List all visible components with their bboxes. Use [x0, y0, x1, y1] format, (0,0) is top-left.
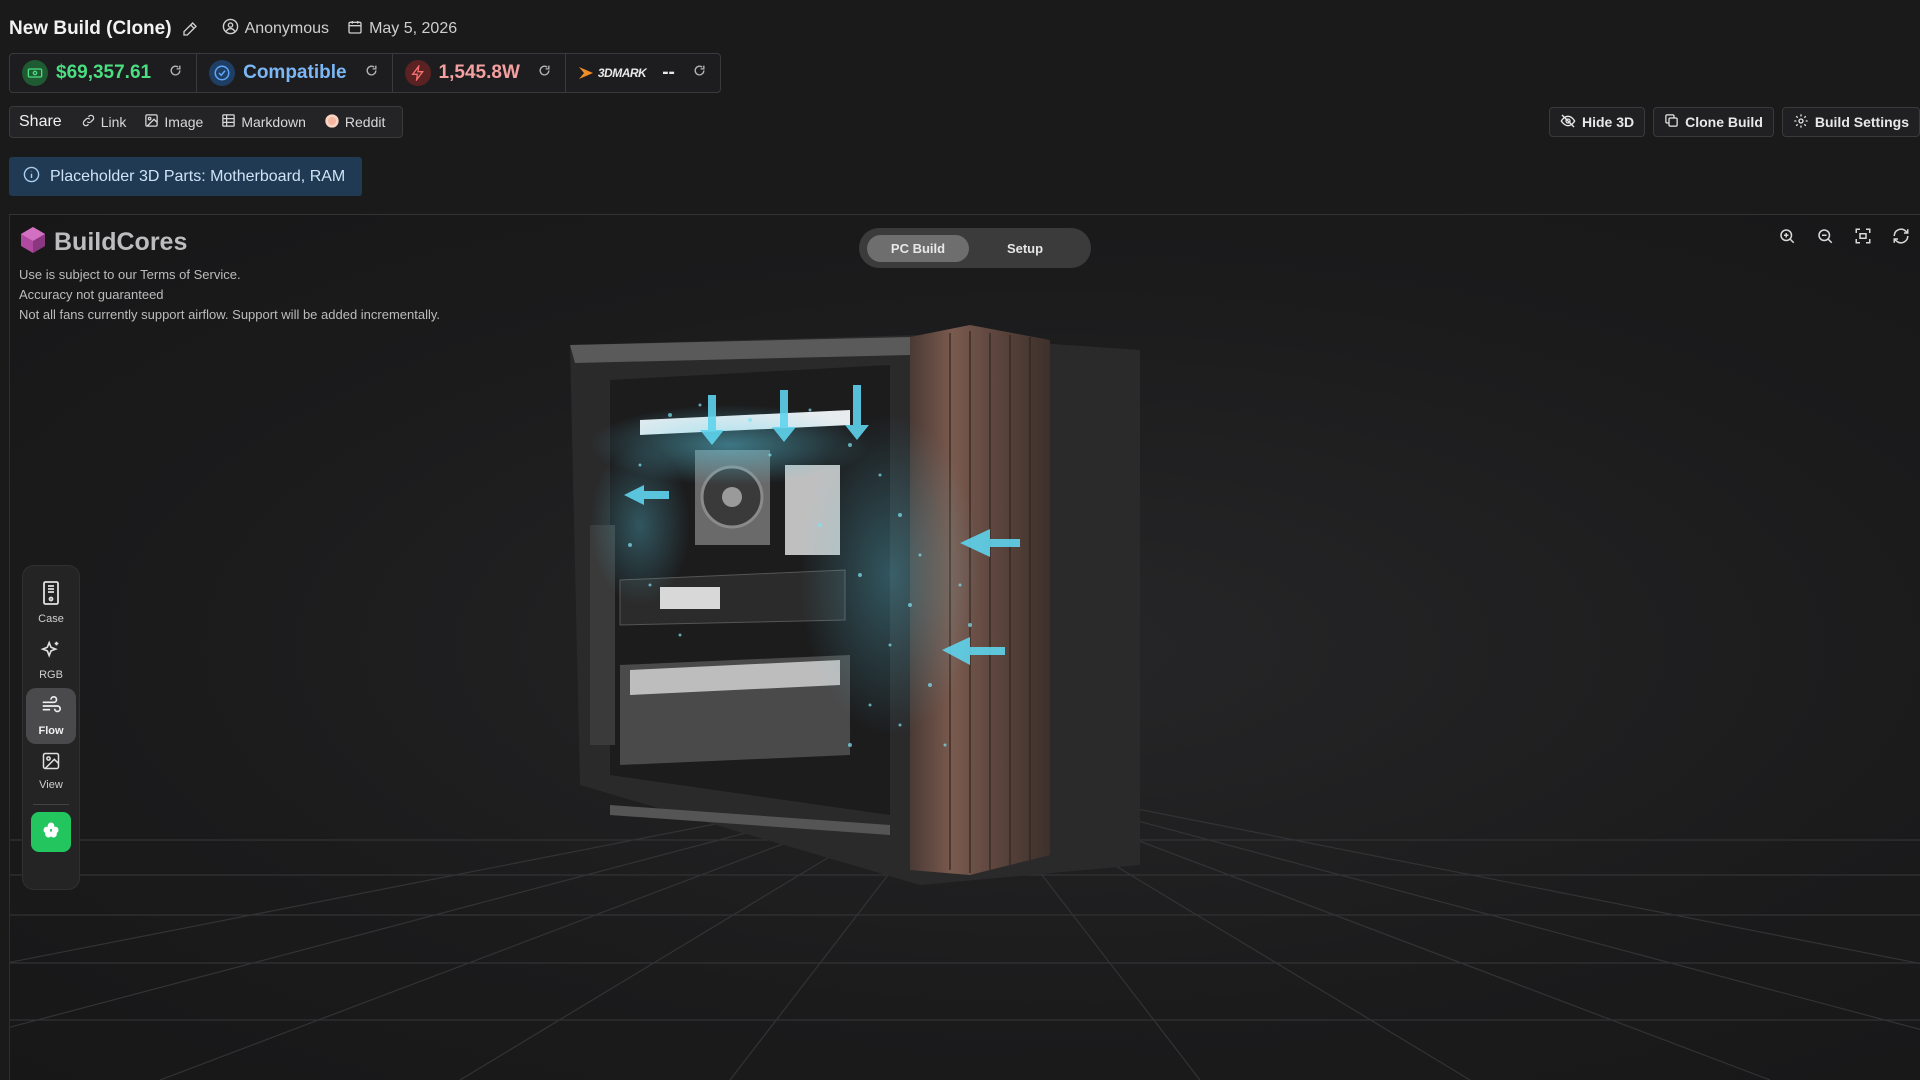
- price-value: $69,357.61: [56, 62, 152, 83]
- share-bar: Share Link Image Markdown Reddit: [9, 106, 404, 138]
- sparkles-icon: [40, 639, 62, 666]
- flower-icon: [41, 820, 61, 845]
- case-icon: [41, 581, 61, 610]
- clone-build-button[interactable]: Clone Build: [1653, 107, 1774, 137]
- image-icon: [144, 113, 159, 131]
- viewer-controls: [1778, 227, 1910, 245]
- author-name: Anonymous: [244, 20, 330, 37]
- cube-logo-icon: [18, 225, 48, 260]
- 3dmark-logo: 3DMARK: [578, 65, 647, 81]
- disclaimers: Use is subject to our Terms of Service. …: [19, 265, 440, 325]
- title-row: New Build (Clone) Anonymous May 5, 2026: [9, 16, 457, 42]
- wattage-stat[interactable]: 1,545.8W: [393, 54, 566, 92]
- refresh-icon[interactable]: [538, 64, 551, 82]
- stats-bar: $69,357.61 Compatible 1,545.8W 3DMARK --: [9, 53, 721, 93]
- pc-case-model: [570, 325, 1140, 885]
- edit-pencil-icon[interactable]: [182, 21, 198, 37]
- refresh-icon[interactable]: [693, 64, 706, 82]
- tool-case[interactable]: Case: [26, 574, 76, 632]
- build-actions: Hide 3D Clone Build Build Settings: [1548, 107, 1920, 137]
- reddit-icon: [324, 113, 340, 132]
- wind-icon: [40, 695, 62, 722]
- copy-icon: [1664, 113, 1679, 131]
- link-icon: [81, 113, 96, 131]
- check-circle-icon: [209, 60, 236, 86]
- pc-build-tab[interactable]: PC Build: [867, 234, 969, 262]
- price-stat[interactable]: $69,357.61: [10, 54, 198, 92]
- brand-name: BuildCores: [54, 228, 188, 256]
- zoom-out-icon[interactable]: [1816, 227, 1834, 245]
- hide-3d-button[interactable]: Hide 3D: [1548, 107, 1646, 137]
- share-label: Share: [19, 113, 62, 130]
- benchmark-stat[interactable]: 3DMARK --: [566, 54, 720, 92]
- build-settings-button[interactable]: Build Settings: [1781, 107, 1920, 137]
- money-icon: [22, 60, 48, 86]
- lightning-icon: [404, 60, 431, 86]
- buildcores-logo: BuildCores: [18, 225, 187, 260]
- tool-rgb[interactable]: RGB: [26, 632, 76, 688]
- date-meta: May 5, 2026: [347, 19, 457, 40]
- share-markdown-button[interactable]: Markdown: [214, 113, 313, 131]
- 3d-viewer[interactable]: BuildCores Use is subject to our Terms o…: [9, 215, 1920, 1080]
- rail-divider: [33, 804, 69, 805]
- gear-icon: [1793, 113, 1809, 132]
- build-date: May 5, 2026: [369, 20, 458, 37]
- info-icon: [23, 166, 40, 188]
- calendar-icon: [347, 19, 363, 40]
- refresh-icon[interactable]: [169, 64, 182, 82]
- mode-toggle: PC Build Setup: [859, 228, 1091, 268]
- compatibility-stat[interactable]: Compatible: [197, 54, 393, 92]
- share-image-button[interactable]: Image: [137, 113, 210, 131]
- wattage-value: 1,545.8W: [438, 62, 520, 83]
- reset-view-icon[interactable]: [1892, 227, 1910, 245]
- table-icon: [221, 113, 236, 131]
- zoom-in-icon[interactable]: [1778, 227, 1796, 245]
- placeholder-notice: Placeholder 3D Parts: Motherboard, RAM: [9, 157, 362, 196]
- fit-view-icon[interactable]: [1854, 227, 1872, 245]
- setup-tab[interactable]: Setup: [973, 235, 1077, 262]
- share-link-button[interactable]: Link: [74, 113, 134, 131]
- tool-flow[interactable]: Flow: [26, 688, 76, 744]
- theme-button[interactable]: [31, 812, 71, 852]
- image-icon: [41, 751, 61, 776]
- refresh-icon[interactable]: [365, 64, 378, 82]
- disclaimer-line: Accuracy not guaranteed: [19, 287, 164, 302]
- disclaimer-line: Use is subject to our Terms of Service.: [19, 267, 241, 282]
- tool-view[interactable]: View: [26, 744, 76, 798]
- user-circle-icon: [222, 18, 239, 40]
- compatibility-value: Compatible: [243, 62, 347, 83]
- tool-rail: Case RGB Flow View: [22, 565, 80, 890]
- eye-off-icon: [1560, 113, 1576, 132]
- build-name: New Build (Clone): [9, 18, 172, 39]
- share-reddit-button[interactable]: Reddit: [317, 113, 392, 132]
- author-meta: Anonymous: [222, 18, 330, 40]
- disclaimer-line: Not all fans currently support airflow. …: [19, 307, 441, 322]
- notice-text: Placeholder 3D Parts: Motherboard, RAM: [50, 167, 346, 185]
- benchmark-value: --: [662, 62, 675, 83]
